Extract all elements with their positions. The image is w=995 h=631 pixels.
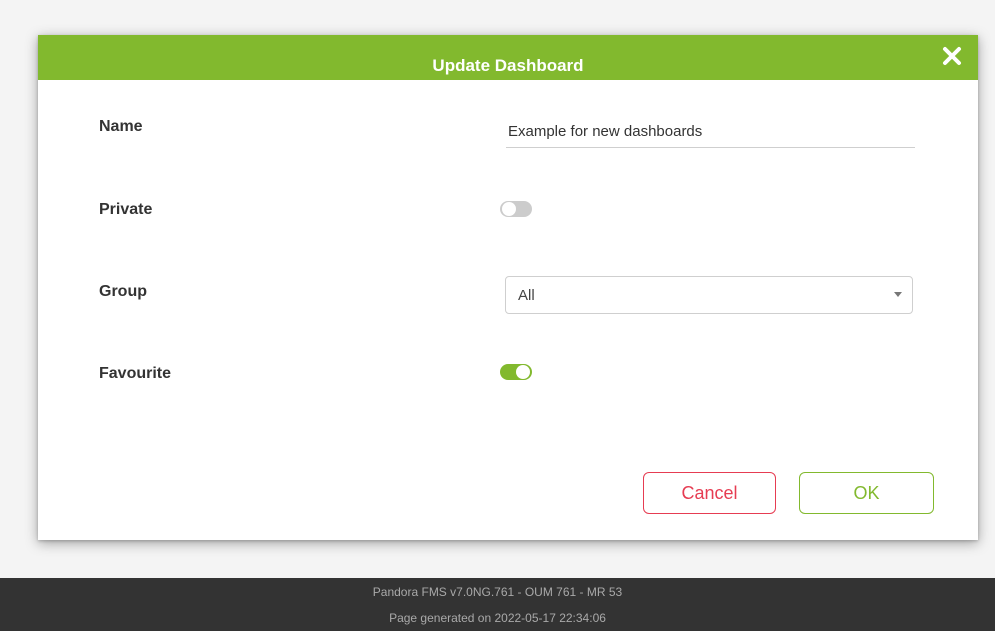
footer-version: Pandora FMS v7.0NG.761 - OUM 761 - MR 53 — [372, 585, 623, 599]
group-select[interactable]: All — [505, 276, 913, 314]
group-label: Group — [99, 283, 147, 300]
private-label: Private — [99, 201, 153, 218]
name-field[interactable] — [506, 115, 915, 148]
page-footer: Pandora FMS v7.0NG.761 - OUM 761 - MR 53… — [0, 578, 995, 631]
chevron-down-icon — [894, 292, 902, 297]
name-label: Name — [99, 118, 143, 135]
toggle-knob — [502, 202, 516, 216]
cancel-button[interactable]: Cancel — [643, 472, 776, 514]
private-toggle[interactable] — [500, 201, 532, 217]
update-dashboard-dialog: Update Dashboard Name Private Group All … — [38, 35, 978, 540]
toggle-knob — [516, 365, 530, 379]
favourite-label: Favourite — [99, 365, 172, 382]
footer-generated: Page generated on 2022-05-17 22:34:06 — [389, 611, 606, 625]
dialog-title: Update Dashboard — [432, 56, 584, 75]
favourite-toggle[interactable] — [500, 364, 532, 380]
group-select-value: All — [518, 287, 535, 304]
close-icon[interactable] — [940, 44, 964, 68]
ok-button[interactable]: OK — [799, 472, 934, 514]
